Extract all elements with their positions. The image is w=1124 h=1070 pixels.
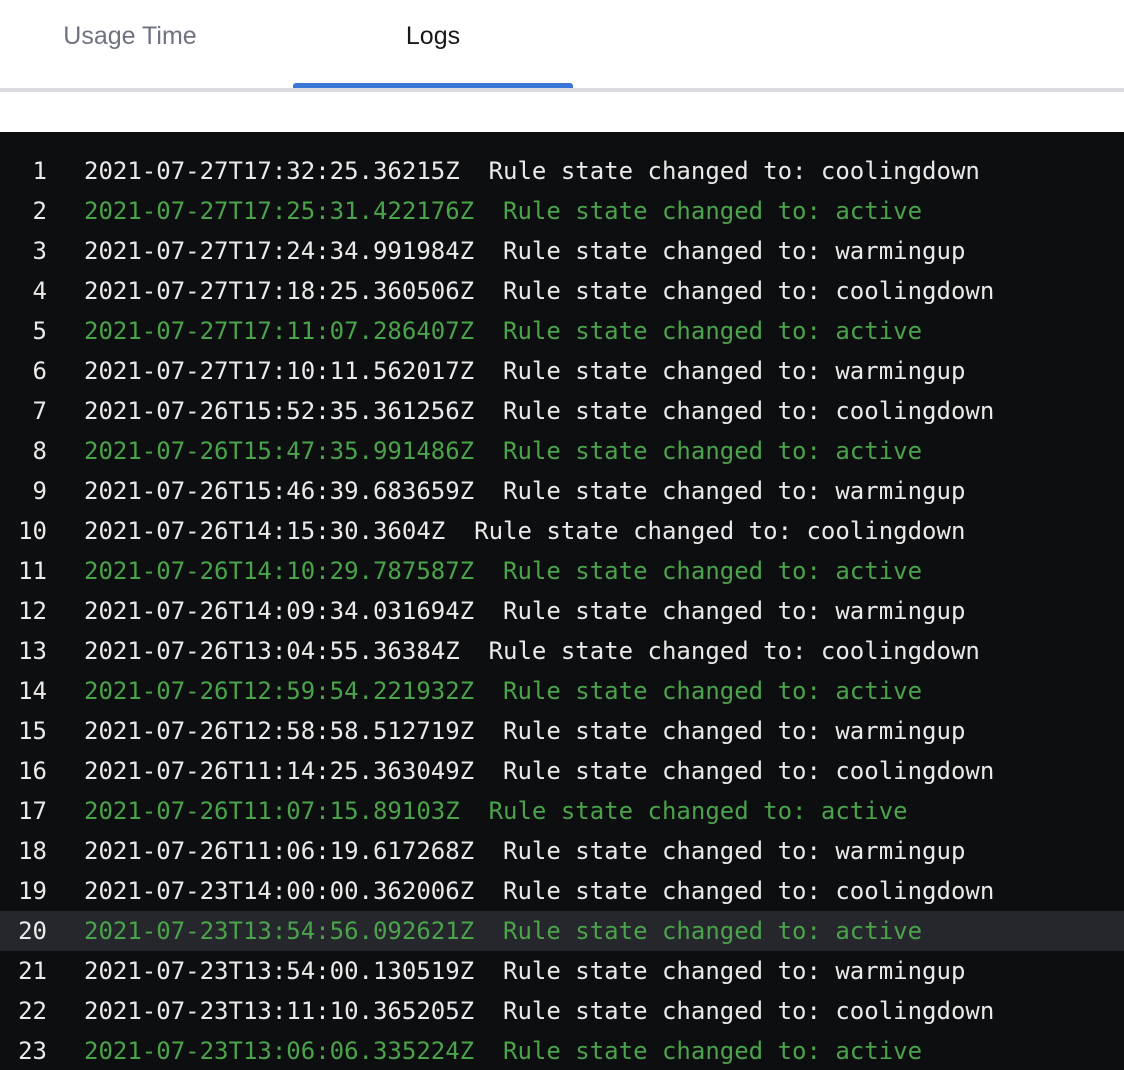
line-number: 12 [0,591,47,631]
line-number: 6 [0,351,47,391]
line-number: 22 [0,991,47,1031]
tab-logs-label: Logs [406,22,460,50]
log-row[interactable]: 10 2021-07-26T14:15:30.3604Z Rule state … [0,511,1124,551]
line-number: 16 [0,751,47,791]
line-number: 4 [0,271,47,311]
line-content: 2021-07-27T17:10:11.562017Z Rule state c… [47,351,965,391]
log-row[interactable]: 15 2021-07-26T12:58:58.512719Z Rule stat… [0,711,1124,751]
line-number: 1 [0,151,47,191]
line-content: 2021-07-26T13:04:55.36384Z Rule state ch… [47,631,980,671]
line-number: 20 [0,911,47,951]
line-content: 2021-07-26T12:58:58.512719Z Rule state c… [47,711,965,751]
line-number: 3 [0,231,47,271]
spacer [0,92,1124,132]
line-content: 2021-07-27T17:24:34.991984Z Rule state c… [47,231,965,271]
line-content: 2021-07-27T17:18:25.360506Z Rule state c… [47,271,994,311]
tab-usage-time[interactable]: Usage Time [0,0,260,88]
line-content: 2021-07-23T13:54:56.092621Z Rule state c… [47,911,922,951]
log-row[interactable]: 16 2021-07-26T11:14:25.363049Z Rule stat… [0,751,1124,791]
line-content: 2021-07-26T12:59:54.221932Z Rule state c… [47,671,922,711]
log-row[interactable]: 17 2021-07-26T11:07:15.89103Z Rule state… [0,791,1124,831]
log-panel: 1 2021-07-27T17:32:25.36215Z Rule state … [0,132,1124,1070]
line-content: 2021-07-26T15:46:39.683659Z Rule state c… [47,471,965,511]
log-row[interactable]: 19 2021-07-23T14:00:00.362006Z Rule stat… [0,871,1124,911]
tab-usage-time-label: Usage Time [63,22,196,50]
line-content: 2021-07-27T17:11:07.286407Z Rule state c… [47,311,922,351]
log-row[interactable]: 1 2021-07-27T17:32:25.36215Z Rule state … [0,151,1124,191]
line-content: 2021-07-26T14:09:34.031694Z Rule state c… [47,591,965,631]
line-number: 14 [0,671,47,711]
line-number: 5 [0,311,47,351]
line-number: 11 [0,551,47,591]
line-number: 23 [0,1031,47,1070]
line-number: 21 [0,951,47,991]
line-number: 15 [0,711,47,751]
tab-logs[interactable]: Logs [293,0,573,88]
log-row[interactable]: 4 2021-07-27T17:18:25.360506Z Rule state… [0,271,1124,311]
log-row[interactable]: 9 2021-07-26T15:46:39.683659Z Rule state… [0,471,1124,511]
log-row[interactable]: 2 2021-07-27T17:25:31.422176Z Rule state… [0,191,1124,231]
log-row[interactable]: 18 2021-07-26T11:06:19.617268Z Rule stat… [0,831,1124,871]
line-number: 17 [0,791,47,831]
tab-bar: Usage Time Logs [0,0,1124,88]
line-number: 2 [0,191,47,231]
log-row[interactable]: 13 2021-07-26T13:04:55.36384Z Rule state… [0,631,1124,671]
log-row[interactable]: 14 2021-07-26T12:59:54.221932Z Rule stat… [0,671,1124,711]
line-number: 19 [0,871,47,911]
log-row[interactable]: 21 2021-07-23T13:54:00.130519Z Rule stat… [0,951,1124,991]
log-row[interactable]: 22 2021-07-23T13:11:10.365205Z Rule stat… [0,991,1124,1031]
line-content: 2021-07-26T15:52:35.361256Z Rule state c… [47,391,994,431]
line-content: 2021-07-27T17:25:31.422176Z Rule state c… [47,191,922,231]
log-row[interactable]: 5 2021-07-27T17:11:07.286407Z Rule state… [0,311,1124,351]
line-content: 2021-07-26T14:10:29.787587Z Rule state c… [47,551,922,591]
line-content: 2021-07-26T11:14:25.363049Z Rule state c… [47,751,994,791]
line-content: 2021-07-23T13:54:00.130519Z Rule state c… [47,951,965,991]
line-number: 7 [0,391,47,431]
line-number: 8 [0,431,47,471]
log-row[interactable]: 7 2021-07-26T15:52:35.361256Z Rule state… [0,391,1124,431]
line-number: 13 [0,631,47,671]
line-number: 10 [0,511,47,551]
log-row[interactable]: 6 2021-07-27T17:10:11.562017Z Rule state… [0,351,1124,391]
log-row[interactable]: 12 2021-07-26T14:09:34.031694Z Rule stat… [0,591,1124,631]
log-row[interactable]: 3 2021-07-27T17:24:34.991984Z Rule state… [0,231,1124,271]
log-list: 1 2021-07-27T17:32:25.36215Z Rule state … [0,151,1124,1070]
line-content: 2021-07-26T11:07:15.89103Z Rule state ch… [47,791,908,831]
line-number: 18 [0,831,47,871]
line-content: 2021-07-27T17:32:25.36215Z Rule state ch… [47,151,980,191]
log-row[interactable]: 11 2021-07-26T14:10:29.787587Z Rule stat… [0,551,1124,591]
line-content: 2021-07-26T15:47:35.991486Z Rule state c… [47,431,922,471]
line-content: 2021-07-23T14:00:00.362006Z Rule state c… [47,871,994,911]
log-row[interactable]: 20 2021-07-23T13:54:56.092621Z Rule stat… [0,911,1124,951]
log-row[interactable]: 23 2021-07-23T13:06:06.335224Z Rule stat… [0,1031,1124,1070]
line-number: 9 [0,471,47,511]
active-tab-indicator [293,83,573,88]
line-content: 2021-07-23T13:06:06.335224Z Rule state c… [47,1031,922,1070]
log-row[interactable]: 8 2021-07-26T15:47:35.991486Z Rule state… [0,431,1124,471]
line-content: 2021-07-26T14:15:30.3604Z Rule state cha… [47,511,965,551]
line-content: 2021-07-23T13:11:10.365205Z Rule state c… [47,991,994,1031]
line-content: 2021-07-26T11:06:19.617268Z Rule state c… [47,831,965,871]
